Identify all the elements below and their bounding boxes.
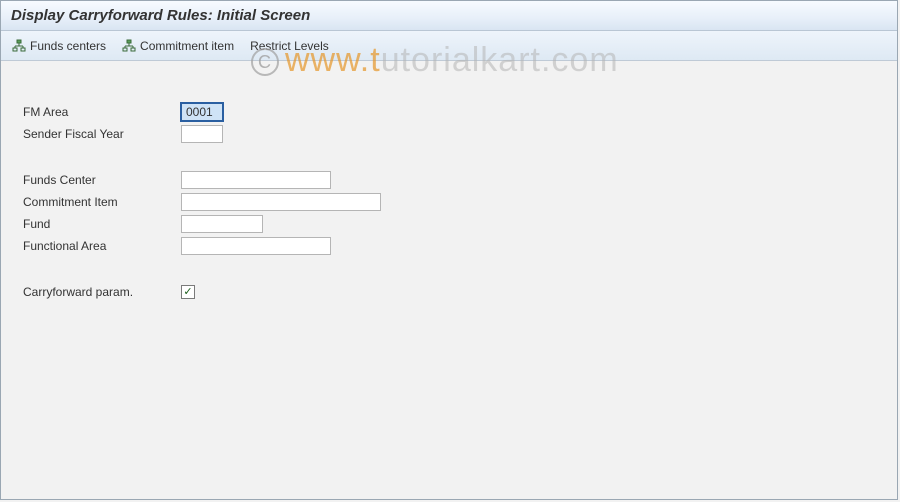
label-fund: Fund	[23, 217, 181, 231]
hierarchy-icon	[12, 39, 26, 53]
form-content: FM Area Sender Fiscal Year Funds Center …	[1, 61, 897, 303]
input-funds-center[interactable]	[181, 171, 331, 189]
label-commitment-item: Commitment Item	[23, 195, 181, 209]
application-toolbar: Funds centers Commitment item Restrict L…	[1, 31, 897, 61]
funds-centers-button[interactable]: Funds centers	[7, 35, 115, 57]
restrict-levels-button[interactable]: Restrict Levels	[245, 35, 338, 57]
input-sender-fiscal-year[interactable]	[181, 125, 223, 143]
label-functional-area: Functional Area	[23, 239, 181, 253]
row-carryforward-param: Carryforward param. ✓	[23, 281, 897, 303]
commitment-item-label: Commitment item	[140, 39, 234, 53]
row-funds-center: Funds Center	[23, 169, 897, 191]
row-sender-fiscal-year: Sender Fiscal Year	[23, 123, 897, 145]
commitment-item-button[interactable]: Commitment item	[117, 35, 243, 57]
label-sender-fiscal-year: Sender Fiscal Year	[23, 127, 181, 141]
input-fm-area[interactable]	[181, 103, 223, 121]
label-fm-area: FM Area	[23, 105, 181, 119]
row-fund: Fund	[23, 213, 897, 235]
row-commitment-item: Commitment Item	[23, 191, 897, 213]
row-fm-area: FM Area	[23, 101, 897, 123]
input-fund[interactable]	[181, 215, 263, 233]
app-frame: Display Carryforward Rules: Initial Scre…	[0, 0, 898, 500]
funds-centers-label: Funds centers	[30, 39, 106, 53]
input-functional-area[interactable]	[181, 237, 331, 255]
restrict-levels-label: Restrict Levels	[250, 39, 329, 53]
input-commitment-item[interactable]	[181, 193, 381, 211]
hierarchy-icon	[122, 39, 136, 53]
page-title: Display Carryforward Rules: Initial Scre…	[11, 7, 310, 24]
label-carryforward-param: Carryforward param.	[23, 285, 181, 299]
label-funds-center: Funds Center	[23, 173, 181, 187]
title-bar: Display Carryforward Rules: Initial Scre…	[1, 1, 897, 31]
checkbox-carryforward-param[interactable]: ✓	[181, 285, 195, 299]
row-functional-area: Functional Area	[23, 235, 897, 257]
